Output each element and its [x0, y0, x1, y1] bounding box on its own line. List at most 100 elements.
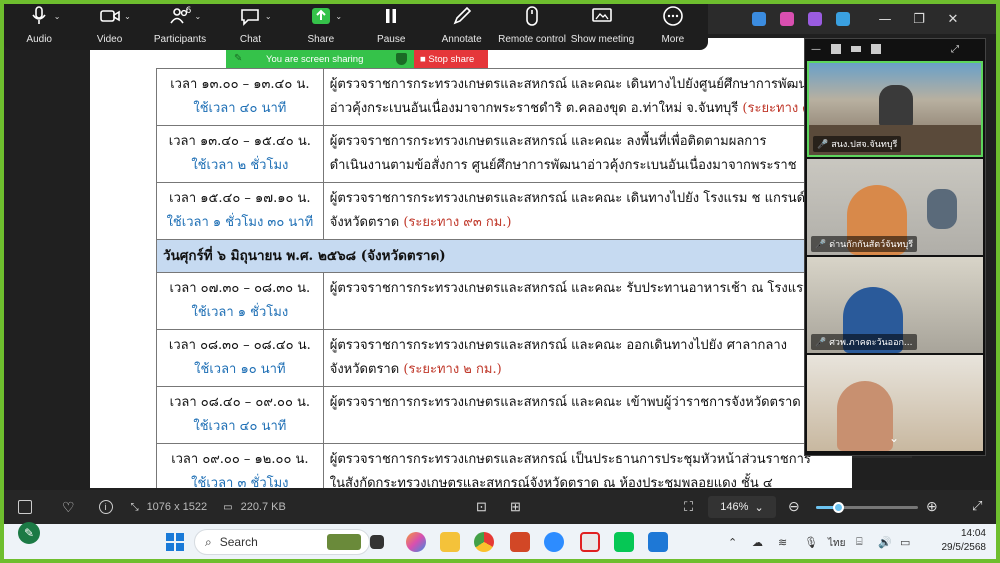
stop-share-button[interactable]: ■ Stop share — [414, 50, 488, 68]
cloud-icon[interactable]: ☁ — [752, 536, 763, 549]
copilot-icon[interactable] — [780, 12, 794, 26]
zoom-out-icon[interactable]: ⊖ — [788, 498, 800, 515]
chevron-down-icon[interactable]: ⌄ — [124, 12, 131, 21]
toolbar-pause-button[interactable]: Pause — [356, 0, 426, 50]
participant-tile[interactable]: ⌄ — [807, 355, 983, 451]
toolbar-video-button[interactable]: Video ⌄ — [74, 0, 144, 50]
zoom-dropdown[interactable]: 146% ⌄ — [708, 496, 776, 518]
description-line: ผู้ตรวจราชการกระทรวงเกษตรและสหกรณ์ และคณ… — [329, 77, 815, 92]
language-indicator[interactable]: ไทย — [828, 536, 845, 551]
chevron-down-icon[interactable]: ⌄ — [54, 12, 61, 21]
pin-icon[interactable]: ✎ — [234, 53, 244, 65]
zoom-app-icon[interactable] — [544, 532, 564, 552]
shield-icon[interactable] — [396, 53, 407, 65]
photos-app-icon[interactable] — [648, 532, 668, 552]
visual-search-icon[interactable]: ⊞ — [510, 499, 521, 515]
volume-icon[interactable]: 🔊 — [878, 536, 892, 549]
time-range: เวลา ๐๗.๓๐ – ๐๘.๓๐ น. — [169, 281, 311, 296]
filmstrip-icon[interactable] — [18, 500, 32, 514]
description-line: ดำเนินงานตามข้อสั่งการ ศูนย์ศึกษาการพัฒน… — [329, 158, 797, 173]
toolbar-chat-button[interactable]: Chat ⌄ — [215, 0, 285, 50]
mic-icon[interactable]: 🎙 — [804, 536, 818, 549]
time-cell: เวลา ๐๙.๐๐ – ๑๒.๐๐ น. ใช้เวลา ๓ ชั่วโมง — [156, 443, 324, 488]
powerpoint-icon[interactable] — [510, 532, 530, 552]
toolbar-label: Share — [307, 33, 335, 45]
speaker-view-icon[interactable] — [831, 44, 841, 54]
toolbar-share-button[interactable]: Share ⌄ — [286, 0, 356, 50]
chevron-up-icon[interactable]: ⌃ — [728, 536, 737, 549]
fit-window-icon[interactable]: ⛶ — [684, 499, 693, 515]
minimize-gallery-icon[interactable]: — — [811, 44, 821, 55]
mouse-icon — [521, 5, 543, 30]
acrobat-icon[interactable] — [580, 532, 600, 552]
edit-icon[interactable] — [752, 12, 766, 26]
battery-icon[interactable]: ▭ — [900, 536, 910, 549]
screen-share-banner: ✎ You are screen sharing ■ Stop share — [226, 50, 488, 68]
edit-fab-icon[interactable]: ✎ — [18, 522, 40, 544]
zoom-level: 146% — [720, 501, 749, 513]
close-icon[interactable]: ✕ — [936, 12, 970, 27]
start-button[interactable] — [166, 533, 184, 551]
time-cell: เวลา ๑๕.๔๐ – ๑๗.๑๐ น. ใช้เวลา ๑ ชั่วโมง ๓… — [156, 182, 324, 240]
taskbar-search[interactable]: ⌕ Search — [194, 529, 370, 555]
participant-tile[interactable]: 🎤 ด่านกักกันสัตว์จันทบุรี — [807, 159, 983, 255]
expand-icon[interactable]: ⤢ — [951, 44, 959, 55]
restore-icon[interactable]: ❐ — [902, 12, 936, 27]
minimize-icon[interactable]: — — [868, 12, 902, 27]
duration: ใช้เวลา ๒ ชั่วโมง — [191, 158, 289, 173]
strip-view-icon[interactable] — [851, 46, 861, 52]
description-line: จังหวัดตราด (ระยะทาง ๒ กม.) — [329, 362, 502, 377]
file-explorer-icon[interactable] — [440, 532, 460, 552]
zoom-slider-knob[interactable] — [833, 502, 845, 513]
meeting-toolbar: Audio ⌄ Video ⌄ Participants 6 ⌄ Chat ⌄ Share ⌄ Pau… — [4, 0, 708, 50]
time-range: เวลา ๑๓.๐๐ – ๑๓.๔๐ น. — [170, 77, 310, 92]
scan-text-icon[interactable]: ⊡ — [476, 499, 487, 515]
toolbar-annotate-button[interactable]: Annotate — [426, 0, 496, 50]
description-line: ผู้ตรวจราชการกระทรวงเกษตรและสหกรณ์ และคณ… — [329, 191, 806, 206]
toolbar-audio-button[interactable]: Audio ⌄ — [4, 0, 74, 50]
info-icon[interactable]: i — [98, 500, 113, 514]
network-icon[interactable]: ⌸ — [856, 536, 863, 549]
share-icon — [310, 6, 332, 30]
chevron-down-icon[interactable]: ⌄ — [265, 12, 272, 21]
toolbar-label: Video — [96, 33, 123, 45]
grid-view-icon[interactable] — [871, 44, 881, 54]
toolbar-show-meeting-button[interactable]: Show meeting — [567, 0, 637, 50]
time-cell: เวลา ๑๓.๔๐ – ๑๕.๔๐ น. ใช้เวลา ๒ ชั่วโมง — [156, 125, 324, 183]
search-icon: ⌕ — [205, 534, 212, 549]
chevron-down-icon[interactable]: ⌄ — [889, 431, 899, 445]
mic-muted-icon: 🎤 — [817, 140, 829, 150]
description-line: ผู้ตรวจราชการกระทรวงเกษตรและสหกรณ์ เป็นป… — [329, 452, 811, 467]
toolbar-remote-control-button[interactable]: Remote control — [497, 0, 567, 50]
participant-tile[interactable]: 🎤 ศวพ.ภาคตะวันออก... — [807, 257, 983, 353]
wifi-icon[interactable]: ≋ — [778, 536, 787, 549]
participant-tile[interactable]: 🎤 สนง.ปสจ.จันทบุรี — [807, 61, 983, 157]
zoom-in-icon[interactable]: ⊕ — [926, 498, 938, 515]
duration: ใช้เวลา ๔๐ นาที — [193, 419, 287, 434]
chevron-down-icon[interactable]: ⌄ — [335, 12, 342, 21]
windows-taskbar: ⌕ Search ⌃ ☁ ≋ 🎙 ไทย ⌸ 🔊 ▭ 14:04 29/5/25… — [4, 524, 996, 560]
clock-time: 14:04 — [960, 528, 986, 539]
zoom-slider[interactable] — [816, 502, 918, 513]
description-cell: ผู้ตรวจราชการกระทรวงเกษตรและสหกรณ์ และคณ… — [322, 272, 852, 330]
pause-icon — [380, 6, 402, 30]
clock[interactable]: 14:04 29/5/2568 — [942, 527, 987, 555]
screen-icon — [591, 6, 613, 30]
description-cell: ผู้ตรวจราชการกระทรวงเกษตรและสหกรณ์ และคณ… — [322, 68, 852, 126]
task-view-icon[interactable] — [370, 535, 384, 549]
folder-icon[interactable] — [808, 12, 822, 26]
document-page: เวลา ๑๓.๐๐ – ๑๓.๔๐ น. ใช้เวลา ๔๐ นาที ผู้ต… — [90, 38, 852, 488]
fullscreen-icon[interactable]: ⤢ — [972, 498, 982, 514]
description-line: ผู้ตรวจราชการกระทรวงเกษตรและสหกรณ์ และคณ… — [329, 395, 801, 410]
chevron-down-icon[interactable]: ⌄ — [195, 12, 202, 21]
favorite-icon[interactable]: ♡ — [62, 499, 75, 516]
chrome-icon[interactable] — [474, 532, 494, 552]
cloud-icon[interactable] — [836, 12, 850, 26]
line-app-icon[interactable] — [614, 532, 634, 552]
toolbar-more-button[interactable]: More — [638, 0, 708, 50]
schedule-row: เวลา ๑๓.๐๐ – ๑๓.๔๐ น. ใช้เวลา ๔๐ นาที ผู้ต… — [156, 68, 852, 126]
search-highlight-icon — [327, 534, 361, 550]
toolbar-participants-button[interactable]: Participants 6 ⌄ — [145, 0, 215, 50]
copilot-app-icon[interactable] — [406, 532, 426, 552]
search-placeholder: Search — [219, 535, 258, 549]
